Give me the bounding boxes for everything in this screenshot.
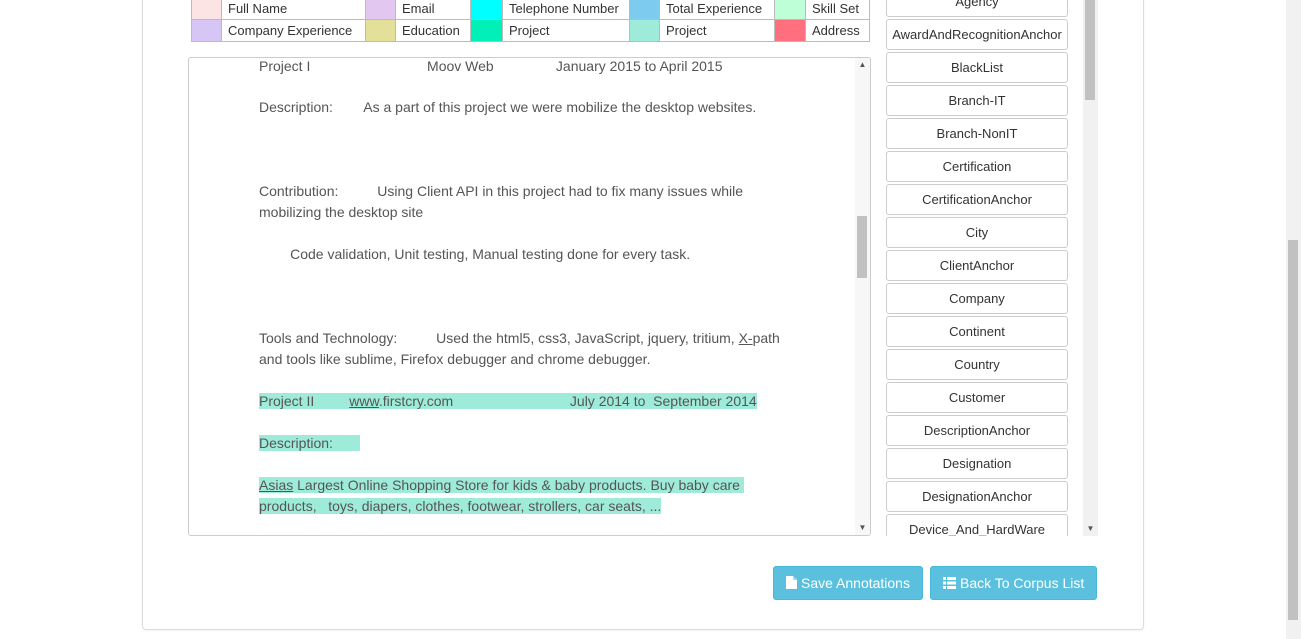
- page-scrollbar[interactable]: [1286, 0, 1301, 639]
- legend-label: Full Name: [221, 0, 366, 20]
- entity-type-button[interactable]: Continent: [886, 316, 1068, 347]
- entity-type-button[interactable]: ClientAnchor: [886, 250, 1068, 281]
- text-line: and tools like sublime, Firefox debugger…: [259, 351, 651, 367]
- text-segment: X-: [738, 330, 753, 346]
- legend-color-swatch: [191, 0, 222, 20]
- entity-type-button[interactable]: Agency: [886, 0, 1068, 17]
- annotation-segment[interactable]: products, toys, diapers, clothes, footwe…: [259, 498, 662, 514]
- entity-legend-table: Full Name Email Telephone Number Total Expe…: [191, 0, 870, 42]
- file-icon: [786, 568, 797, 600]
- legend-row: Company Experience Education Project Projec…: [191, 19, 870, 42]
- editor-scroll-thumb[interactable]: [857, 216, 867, 278]
- save-annotations-button[interactable]: Save Annotations: [773, 566, 923, 600]
- legend-color-swatch: [774, 0, 806, 20]
- text-line: mobilizing the desktop site: [259, 204, 424, 220]
- text-segment: Largest Online Shopping Store for kids &…: [293, 477, 744, 493]
- editor-scrollbar[interactable]: ▲ ▼: [855, 58, 870, 535]
- entity-type-button[interactable]: DesignationAnchor: [886, 481, 1068, 512]
- entity-type-button[interactable]: City: [886, 217, 1068, 248]
- legend-color-swatch: [191, 19, 222, 42]
- highlighted-description-line[interactable]: Description:: [259, 433, 819, 454]
- entity-type-button[interactable]: Device_And_HardWare: [886, 514, 1068, 536]
- legend-color-swatch: [774, 19, 806, 42]
- scroll-down-arrow-icon[interactable]: ▼: [855, 521, 870, 535]
- legend-label: Total Experience: [659, 0, 775, 20]
- legend-color-swatch: [470, 19, 503, 42]
- text-line: Contribution: Using Client API in this p…: [259, 183, 743, 199]
- text-line: Code validation, Unit testing, Manual te…: [259, 246, 691, 262]
- legend-label: Education: [395, 19, 471, 42]
- text-line: Tools and Technology: Used the html5, cs…: [259, 328, 819, 349]
- legend-label: Skill Set: [805, 0, 870, 20]
- entity-type-button[interactable]: Customer: [886, 382, 1068, 413]
- highlighted-project-line[interactable]: Project II www.firstcry.com July 2014 to…: [259, 391, 819, 412]
- entity-type-button[interactable]: Certification: [886, 151, 1068, 182]
- legend-label: Project: [659, 19, 775, 42]
- back-to-corpus-list-button[interactable]: Back To Corpus List: [930, 566, 1098, 600]
- entity-type-button[interactable]: Designation: [886, 448, 1068, 479]
- legend-color-swatch: [365, 19, 396, 42]
- legend-row: Full Name Email Telephone Number Total Expe…: [191, 0, 870, 20]
- legend-color-swatch: [365, 0, 396, 20]
- legend-label: Address: [805, 19, 870, 42]
- legend-label: Telephone Number: [502, 0, 630, 20]
- highlighted-text-line[interactable]: products, toys, diapers, clothes, footwe…: [259, 496, 819, 517]
- list-icon: [943, 568, 956, 600]
- legend-label: Company Experience: [221, 19, 366, 42]
- legend-label: Project: [502, 19, 630, 42]
- entity-type-button[interactable]: Country: [886, 349, 1068, 380]
- text-segment: Project II: [259, 393, 350, 409]
- text-line: Project I Moov Web January 2015 to April…: [259, 58, 723, 74]
- entity-type-button[interactable]: Branch-IT: [886, 85, 1068, 116]
- entity-type-button[interactable]: Company: [886, 283, 1068, 314]
- text-segment: .firstcry.com July 2014 to September 201…: [378, 393, 757, 409]
- legend-color-swatch: [629, 0, 660, 20]
- document-editor[interactable]: Project I Moov Web January 2015 to April…: [188, 57, 871, 536]
- save-annotations-label: Save Annotations: [801, 575, 910, 591]
- entity-type-list: Agency AwardAndRecognitionAnchor BlackList…: [886, 0, 1098, 536]
- legend-color-swatch: [470, 0, 503, 20]
- entity-type-button[interactable]: DescriptionAnchor: [886, 415, 1068, 446]
- text-segment: path: [752, 330, 780, 346]
- page-scroll-thumb[interactable]: [1288, 240, 1298, 620]
- legend-label: Email: [395, 0, 471, 20]
- text-segment: www: [349, 393, 379, 409]
- entity-type-button[interactable]: Branch-NonIT: [886, 118, 1068, 149]
- back-to-corpus-list-label: Back To Corpus List: [960, 575, 1085, 591]
- entity-list-scroll-thumb[interactable]: [1085, 0, 1095, 100]
- entity-list-scrollbar[interactable]: ▼: [1083, 0, 1098, 536]
- annotation-segment[interactable]: Asias Largest Online Shopping Store for …: [259, 477, 744, 493]
- scroll-up-arrow-icon[interactable]: ▲: [855, 58, 870, 72]
- annotation-segment[interactable]: Project II www.firstcry.com July 2014 to…: [259, 393, 757, 409]
- text-segment: Asias: [259, 477, 294, 493]
- annotation-segment[interactable]: Description:: [259, 435, 361, 451]
- text-line: Description: As a part of this project w…: [259, 99, 757, 115]
- text-segment: Tools and Technology: Used the html5, cs…: [259, 330, 739, 346]
- entity-type-button[interactable]: AwardAndRecognitionAnchor: [886, 19, 1068, 50]
- entity-type-button[interactable]: BlackList: [886, 52, 1068, 83]
- highlighted-text-line[interactable]: Asias Largest Online Shopping Store for …: [259, 475, 819, 496]
- entity-type-button[interactable]: CertificationAnchor: [886, 184, 1068, 215]
- legend-color-swatch: [629, 19, 660, 42]
- scroll-down-arrow-icon[interactable]: ▼: [1083, 522, 1098, 536]
